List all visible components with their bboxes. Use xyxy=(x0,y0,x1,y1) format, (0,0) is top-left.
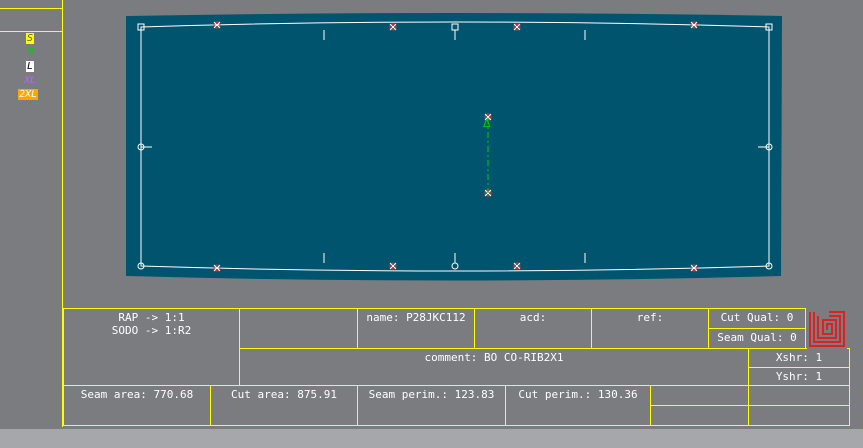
status-strip xyxy=(0,429,863,448)
rap-label: RAP -> 1:1 xyxy=(118,311,185,324)
cut-perim-label: Cut perim.: 130.36 xyxy=(518,388,638,401)
seam-area-label: Seam area: 770.68 xyxy=(80,388,194,401)
seam-perim-label: Seam perim.: 123.83 xyxy=(368,388,495,401)
cut-area-label: Cut area: 875.91 xyxy=(231,388,337,401)
empty-cell xyxy=(748,385,850,406)
ref-label: ref: xyxy=(636,311,664,324)
empty-cell xyxy=(650,405,749,426)
seam-area-cell: Seam area: 770.68 xyxy=(63,385,211,426)
cut-qual-cell: Cut Qual: 0 xyxy=(708,308,806,329)
name-cell: name: P28JKC112 xyxy=(357,308,475,349)
cut-perim-cell: Cut perim.: 130.36 xyxy=(505,385,651,426)
grain-arrow-icon: Δ xyxy=(483,117,491,130)
pattern-piece[interactable] xyxy=(126,13,782,281)
yshr-cell: Yshr: 1 xyxy=(748,367,850,386)
seam-perim-cell: Seam perim.: 123.83 xyxy=(357,385,506,426)
yshr-label: Yshr: 1 xyxy=(775,370,823,383)
empty-cell xyxy=(650,385,749,406)
comment-label: comment: BO CO-RIB2X1 xyxy=(424,351,564,364)
ref-cell: ref: xyxy=(591,308,709,349)
scale-cell: RAP -> 1:1 SODO -> 1:R2 xyxy=(63,308,240,386)
xshr-cell: Xshr: 1 xyxy=(748,348,850,368)
seam-qual-cell: Seam Qual: 0 xyxy=(708,328,806,349)
acd-label: acd: xyxy=(519,311,547,324)
acd-cell: acd: xyxy=(474,308,592,349)
cut-qual-label: Cut Qual: 0 xyxy=(720,311,794,324)
xshr-label: Xshr: 1 xyxy=(775,351,823,364)
seam-qual-label: Seam Qual: 0 xyxy=(717,331,797,344)
cut-area-cell: Cut area: 875.91 xyxy=(210,385,358,426)
empty-cell xyxy=(239,308,358,349)
sodo-label: SODO -> 1:R2 xyxy=(111,324,192,337)
comment-cell: comment: BO CO-RIB2X1 xyxy=(239,348,749,386)
empty-cell xyxy=(748,405,850,426)
lectra-logo-icon xyxy=(807,309,847,349)
name-label: name: P28JKC112 xyxy=(366,311,466,324)
piece-info-table: RAP -> 1:1 SODO -> 1:R2 name: P28JKC112 … xyxy=(63,308,850,426)
